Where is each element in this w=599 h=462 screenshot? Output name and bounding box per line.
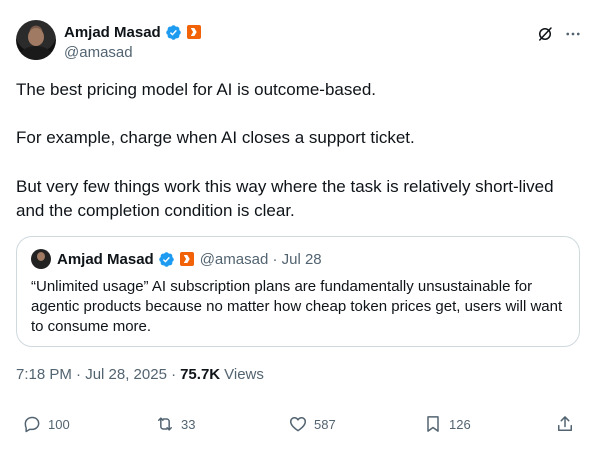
quoted-tweet-text: “Unlimited usage” AI subscription plans …	[31, 278, 563, 335]
like-button[interactable]: 587	[288, 414, 336, 434]
verified-badge-icon	[158, 251, 174, 267]
retweet-button[interactable]: 33	[155, 414, 195, 434]
quoted-author-name: Amjad Masad	[57, 250, 154, 268]
quoted-handle-date: @amasad · Jul 28	[199, 250, 322, 268]
share-button[interactable]	[555, 414, 575, 434]
more-icon[interactable]	[564, 25, 582, 43]
bookmark-button[interactable]: 126	[423, 414, 471, 434]
tweet-meta: 7:18 PM · Jul 28, 2025 · 75.7K Views	[16, 366, 264, 383]
replit-affiliate-badge-icon	[179, 252, 194, 266]
bookmark-count: 126	[449, 416, 471, 432]
like-icon	[289, 417, 307, 432]
author-display-name[interactable]: Amjad Masad	[64, 24, 161, 41]
tweet-paragraph: For example, charge when AI closes a sup…	[16, 128, 415, 147]
grok-icon[interactable]	[536, 25, 554, 43]
bookmark-icon	[427, 416, 439, 432]
share-icon	[558, 416, 572, 431]
retweet-icon	[158, 417, 172, 431]
tweet-paragraph: The best pricing model for AI is outcome…	[16, 80, 377, 99]
replit-affiliate-badge-icon[interactable]	[186, 25, 201, 39]
reply-button[interactable]: 100	[22, 414, 70, 434]
quoted-author-avatar	[31, 249, 51, 269]
author-handle[interactable]: @amasad	[64, 44, 133, 61]
author-name-row: Amjad Masad	[64, 22, 201, 42]
views-label: Views	[224, 366, 264, 383]
retweet-count: 33	[181, 416, 196, 432]
tweet-timestamp[interactable]: 7:18 PM · Jul 28, 2025 ·	[16, 366, 176, 383]
quoted-author-row: Amjad Masad @amasad · Jul 28	[57, 249, 322, 269]
verified-badge-icon	[165, 24, 181, 40]
reply-count: 100	[48, 416, 70, 432]
author-avatar[interactable]	[16, 20, 56, 60]
reply-icon	[24, 416, 40, 433]
quoted-tweet-card[interactable]: Amjad Masad @amasad · Jul 28 “Unlimited …	[16, 236, 580, 347]
tweet-paragraph: But very few things work this way where …	[16, 177, 554, 220]
like-count: 587	[314, 416, 336, 432]
views-count: 75.7K	[180, 366, 221, 383]
